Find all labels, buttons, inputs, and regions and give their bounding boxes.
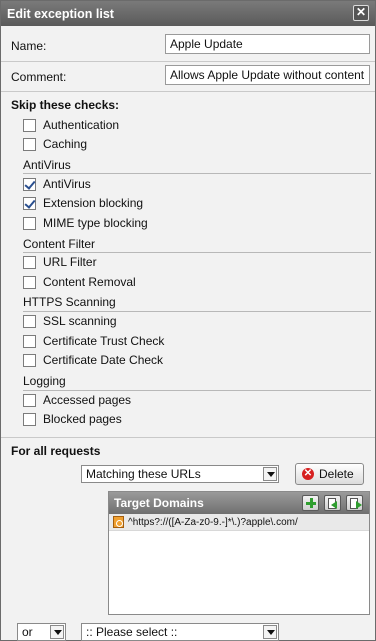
dialog-title: Edit exception list [7,6,114,21]
group-divider [23,390,371,391]
select-value: or [22,625,33,639]
checkbox-certificate-trust-check[interactable]: Certificate Trust Check [23,333,164,349]
dialog-titlebar: Edit exception list ✕ [1,1,375,26]
checkbox-label: SSL scanning [43,314,117,328]
domain-pattern: ^https?://([A-Za-z0-9.-]*\.)?apple\.com/ [128,516,298,528]
skip-checks-title: Skip these checks: [11,98,120,112]
checkbox-ssl-scanning[interactable]: SSL scanning [23,313,117,329]
antivirus-group-label: AntiVirus [23,158,71,172]
select-value: Matching these URLs [86,467,201,481]
comment-input[interactable]: Allows Apple Update without content [165,65,370,85]
comment-label: Comment: [11,70,67,84]
checkbox-label: MIME type blocking [43,216,148,230]
logging-group-label: Logging [23,374,66,388]
https-scanning-group-label: HTTPS Scanning [23,295,116,309]
delete-icon: ✕ [302,468,314,480]
divider [1,437,375,438]
or-select[interactable]: or [17,623,66,641]
name-input[interactable]: Apple Update [165,34,370,54]
for-all-requests-title: For all requests [11,444,101,458]
checkbox-label: Caching [43,137,88,151]
group-divider [23,173,371,174]
checkbox-label: URL Filter [43,255,97,269]
import-domains-button[interactable] [324,495,341,511]
arrow-left-icon [331,501,337,509]
divider [1,91,375,92]
antivirus-checkbox[interactable] [23,177,36,191]
url-filter-checkbox[interactable] [23,255,36,269]
content-removal-checkbox[interactable] [23,275,36,289]
name-label: Name: [11,39,47,53]
checkbox-blocked-pages[interactable]: Blocked pages [23,411,122,427]
export-domains-button[interactable] [346,495,363,511]
target-domains-header: Target Domains [109,492,369,514]
exception-list-dialog: Edit exception list ✕ Name: Apple Update… [0,0,376,641]
checkbox-label: Authentication [43,118,120,132]
checkbox-content-removal[interactable]: Content Removal [23,274,136,290]
delete-button[interactable]: ✕ Delete [295,463,364,485]
list-item[interactable]: ^https?://([A-Za-z0-9.-]*\.)?apple\.com/ [109,514,369,531]
please-select-dropdown[interactable]: :: Please select :: [81,623,279,641]
extension-blocking-checkbox[interactable] [23,196,36,210]
select-value: :: Please select :: [86,625,178,639]
delete-label: Delete [319,467,354,481]
checkbox-caching[interactable]: Caching [23,136,87,152]
checkbox-label: Content Removal [43,275,136,289]
checkbox-accessed-pages[interactable]: Accessed pages [23,392,131,408]
checkbox-mime-type-blocking[interactable]: MIME type blocking [23,215,148,231]
checkbox-extension-blocking[interactable]: Extension blocking [23,195,143,211]
divider [1,61,375,62]
url-match-select[interactable]: Matching these URLs [81,465,279,483]
certificate-date-check-checkbox[interactable] [23,353,36,367]
chevron-down-icon[interactable] [263,467,277,481]
arrow-right-icon [356,501,362,509]
checkbox-antivirus[interactable]: AntiVirus [23,176,91,192]
checkbox-label: Extension blocking [43,196,144,210]
checkbox-label: Accessed pages [43,393,132,407]
mime-type-blocking-checkbox[interactable] [23,216,36,230]
target-domains-panel: Target Domains ^https?://([A-Za-z0-9.-]*… [108,491,370,615]
certificate-trust-check-checkbox[interactable] [23,334,36,348]
caching-checkbox[interactable] [23,137,36,151]
accessed-pages-checkbox[interactable] [23,393,36,407]
chevron-down-icon[interactable] [263,625,277,639]
checkbox-label: Certificate Trust Check [43,334,165,348]
authentication-checkbox[interactable] [23,118,36,132]
group-divider [23,252,371,253]
content-filter-group-label: Content Filter [23,237,96,251]
blocked-pages-checkbox[interactable] [23,412,36,426]
close-icon[interactable]: ✕ [353,5,369,21]
group-divider [23,311,371,312]
chevron-down-icon[interactable] [50,625,64,639]
add-domain-button[interactable] [302,495,319,511]
checkbox-label: Certificate Date Check [43,353,164,367]
add-icon [306,498,316,508]
checkbox-label: AntiVirus [43,177,91,191]
checkbox-authentication[interactable]: Authentication [23,117,119,133]
checkbox-certificate-date-check[interactable]: Certificate Date Check [23,352,163,368]
regex-icon [113,516,124,528]
target-domains-title: Target Domains [114,496,204,510]
ssl-scanning-checkbox[interactable] [23,314,36,328]
checkbox-label: Blocked pages [43,412,122,426]
checkbox-url-filter[interactable]: URL Filter [23,254,97,270]
